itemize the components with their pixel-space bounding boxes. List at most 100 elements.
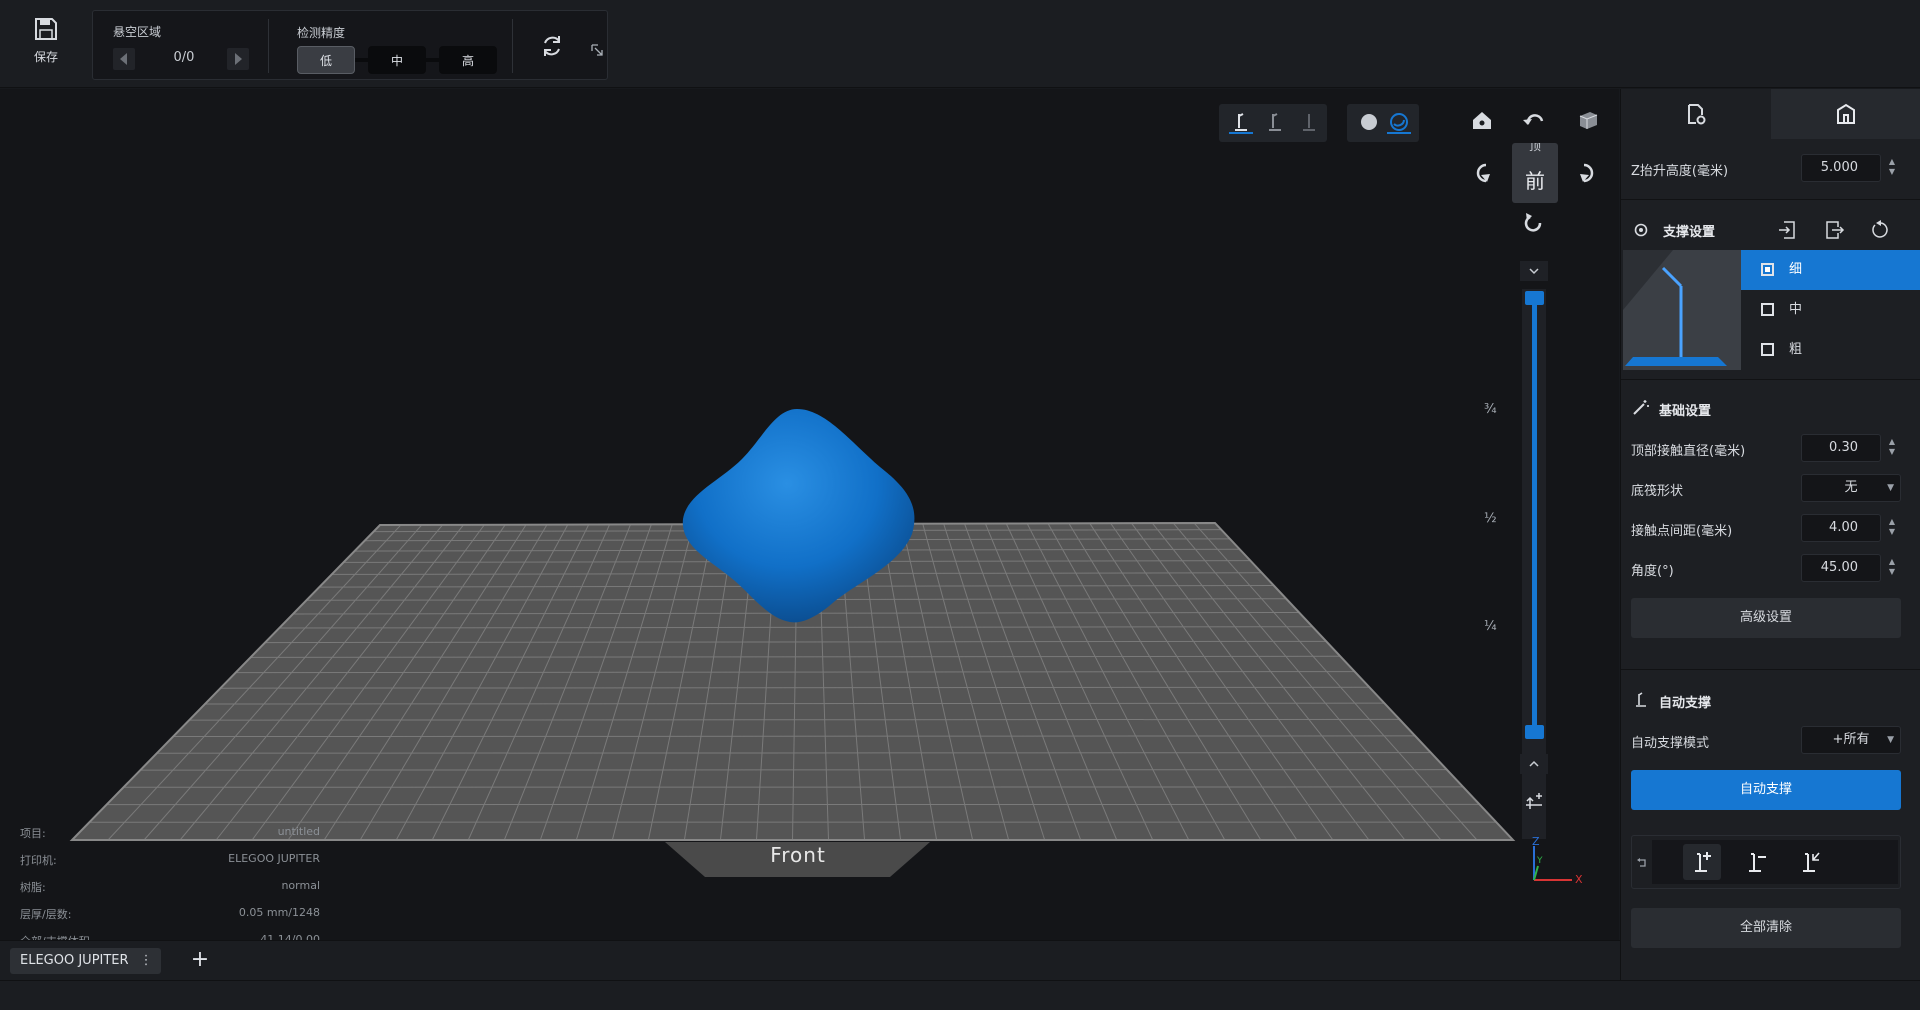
refresh-button[interactable] xyxy=(537,31,567,61)
support-settings-title: 支撑设置 xyxy=(1663,225,1716,240)
support-panel: Z抬升高度(毫米) 5.000 ▲ ▼ 支撑设置 细 中 粗 基础设置 顶部接触直径… xyxy=(1620,89,1920,989)
expand-button[interactable] xyxy=(591,41,603,56)
orient-front-face[interactable]: 前 xyxy=(1512,165,1558,194)
printer-tabs-bar: ELEGOO JUPITER ⋮ + xyxy=(0,940,1620,980)
thickness-thin-label: 细 xyxy=(1789,262,1803,277)
precision-medium-button[interactable]: 中 xyxy=(368,46,426,74)
rotate-ccw-button[interactable] xyxy=(1518,104,1550,136)
next-overhang-button[interactable] xyxy=(227,48,249,70)
reset-preset-button[interactable] xyxy=(1869,219,1891,241)
overhang-detection-group: 悬空区域 0/0 检测精度 低 中 高 xyxy=(92,10,608,80)
orientation-cube[interactable]: 顶 前 xyxy=(1512,143,1558,203)
raft-shape-select[interactable]: 无 ▼ xyxy=(1801,474,1901,502)
iso-view-button[interactable] xyxy=(1572,104,1604,136)
rotate-left-button[interactable] xyxy=(1466,157,1498,189)
top-contact-input[interactable]: 0.30 ▲ ▼ xyxy=(1801,434,1895,462)
advanced-settings-button[interactable]: 高级设置 xyxy=(1631,598,1901,638)
save-button[interactable]: 保存 xyxy=(20,12,72,72)
edit-support-button[interactable] xyxy=(1791,844,1829,880)
angle-input[interactable]: 45.00 ▲ ▼ xyxy=(1801,554,1895,582)
rotate-down-button[interactable] xyxy=(1518,207,1550,239)
top-contact-spinner[interactable]: ▲ ▼ xyxy=(1886,437,1898,459)
support-building-icon xyxy=(1837,103,1855,124)
render-mode-toggle xyxy=(1347,104,1419,142)
info-key: 打印机: xyxy=(20,854,57,867)
layer-height-button[interactable] xyxy=(1522,789,1546,813)
auto-support-button[interactable]: 自动支撑 xyxy=(1631,770,1901,810)
xray-render-button[interactable] xyxy=(1387,110,1411,134)
triangle-right-icon xyxy=(235,53,242,65)
info-row: 项目: untitled xyxy=(20,825,320,852)
slider-top-handle[interactable] xyxy=(1525,291,1544,305)
z-lift-label: Z抬升高度(毫米) xyxy=(1631,164,1729,179)
top-contact-value: 0.30 xyxy=(1829,440,1858,455)
gear-icon xyxy=(1634,223,1648,237)
z-lift-value: 5.000 xyxy=(1820,160,1858,175)
rotate-down-icon xyxy=(1524,213,1542,232)
precision-connector xyxy=(426,58,440,62)
info-key: 项目: xyxy=(20,827,46,840)
auto-mode-select[interactable]: +所有 ▼ xyxy=(1801,726,1901,754)
top-toolbar: 保存 悬空区域 0/0 检测精度 低 中 高 xyxy=(0,0,1920,88)
printer-tab-label: ELEGOO JUPITER xyxy=(20,953,129,968)
build-plate-scene xyxy=(69,409,1516,877)
prev-overhang-button[interactable] xyxy=(113,48,135,70)
3d-viewport[interactable]: Front 顶 前 ¾ ½ ¼ Z Y X 项目: untitled 打印机: … xyxy=(0,89,1619,940)
axis-x-label: X xyxy=(1575,873,1583,886)
group-divider xyxy=(512,19,513,73)
support-view-2-button[interactable] xyxy=(1263,110,1287,134)
more-options-icon[interactable]: ⋮ xyxy=(140,948,153,974)
slider-mark-three-quarters: ¾ xyxy=(1484,402,1497,417)
info-key: 全部/支撑体积 xyxy=(20,933,90,940)
support-edit-tools xyxy=(1652,840,1898,884)
support-view-1-button[interactable] xyxy=(1229,110,1253,134)
contact-spacing-spinner[interactable]: ▲ ▼ xyxy=(1886,517,1898,539)
z-lift-input[interactable]: 5.000 ▲ ▼ xyxy=(1801,154,1895,182)
slider-bottom-handle[interactable] xyxy=(1525,725,1544,739)
clear-all-button[interactable]: 全部清除 xyxy=(1631,908,1901,948)
orient-top-face[interactable]: 顶 xyxy=(1512,143,1558,154)
slider-down-button[interactable] xyxy=(1520,261,1548,281)
support-view-3-button[interactable] xyxy=(1297,110,1321,134)
save-icon xyxy=(35,18,57,40)
solid-render-button[interactable] xyxy=(1357,110,1381,134)
z-lift-spinner[interactable]: ▲ ▼ xyxy=(1886,157,1898,179)
add-support-button[interactable] xyxy=(1683,844,1721,880)
add-tab-button[interactable]: + xyxy=(188,947,212,975)
tab-support[interactable] xyxy=(1771,89,1920,139)
support-preview-image xyxy=(1623,250,1741,370)
rotate-right-button[interactable] xyxy=(1572,157,1604,189)
raft-shape-value: 无 xyxy=(1844,480,1858,495)
edit-support-icon xyxy=(1803,852,1820,872)
angle-label: 角度(°) xyxy=(1631,564,1674,579)
angle-spinner[interactable]: ▲ ▼ xyxy=(1886,557,1898,579)
thickness-option-thick[interactable]: 粗 xyxy=(1741,330,1920,370)
thickness-option-medium[interactable]: 中 xyxy=(1741,290,1920,330)
support-preview-graphic xyxy=(1623,250,1727,366)
precision-title: 检测精度 xyxy=(297,26,346,40)
info-value: normal xyxy=(281,879,320,892)
file-gear-icon xyxy=(1688,104,1706,125)
info-row: 层厚/层数: 0.05 mm/1248 xyxy=(20,906,320,933)
export-preset-button[interactable] xyxy=(1823,219,1845,241)
home-view-button[interactable] xyxy=(1466,104,1498,136)
support-pin-icon xyxy=(1636,692,1646,707)
precision-high-button[interactable]: 高 xyxy=(439,46,497,74)
printer-tab[interactable]: ELEGOO JUPITER ⋮ xyxy=(10,948,161,974)
precision-low-button[interactable]: 低 xyxy=(297,46,355,74)
info-row: 全部/支撑体积 41.14/0.00 xyxy=(20,933,320,940)
turn-right-icon xyxy=(1580,163,1594,183)
import-icon xyxy=(1779,221,1795,239)
import-preset-button[interactable] xyxy=(1777,219,1799,241)
top-contact-label: 顶部接触直径(毫米) xyxy=(1631,444,1746,459)
contact-spacing-input[interactable]: 4.00 ▲ ▼ xyxy=(1801,514,1895,542)
info-value: 0.05 mm/1248 xyxy=(238,906,320,919)
info-row: 打印机: ELEGOO JUPITER xyxy=(20,852,320,879)
slider-up-button[interactable] xyxy=(1520,754,1548,774)
thickness-medium-label: 中 xyxy=(1789,302,1803,317)
remove-support-button[interactable] xyxy=(1737,844,1775,880)
thickness-option-thin[interactable]: 细 xyxy=(1741,250,1920,290)
checkbox-icon xyxy=(1761,343,1774,356)
thickness-thick-label: 粗 xyxy=(1789,342,1803,357)
tab-model-settings[interactable] xyxy=(1621,89,1771,139)
